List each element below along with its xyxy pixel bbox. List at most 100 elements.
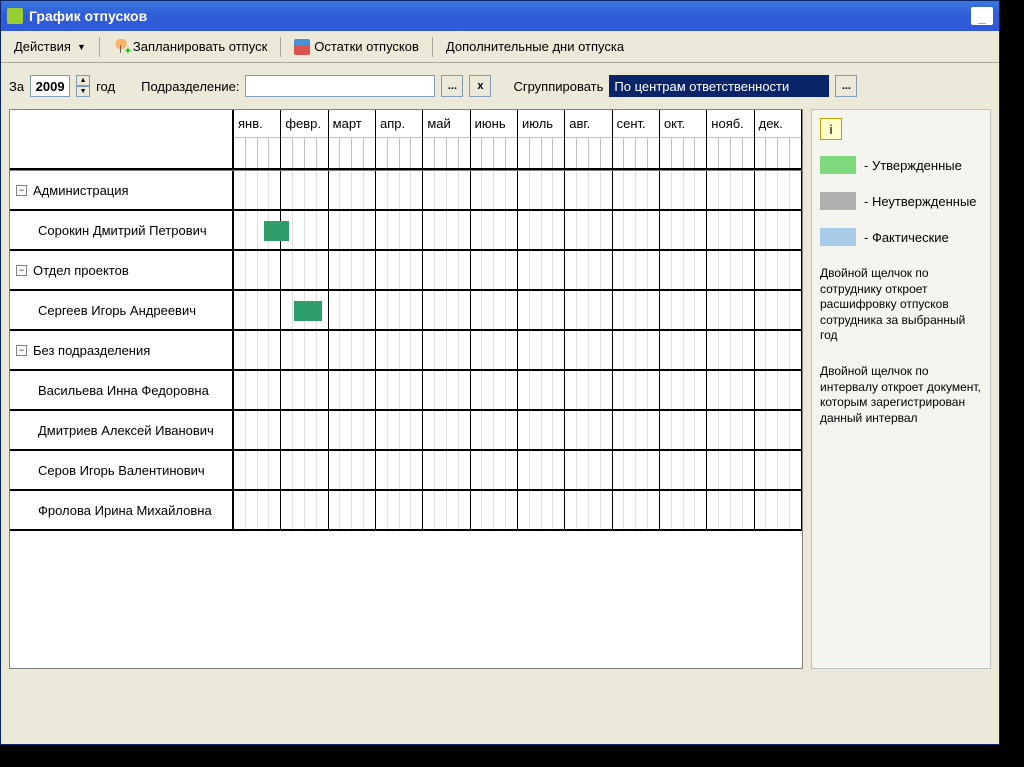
month-label: авг. bbox=[565, 110, 611, 138]
extra-days-button[interactable]: Дополнительные дни отпуска bbox=[437, 35, 633, 58]
row-name-cell[interactable]: Серов Игорь Валентинович bbox=[10, 451, 234, 489]
month-label: июль bbox=[518, 110, 564, 138]
employee-row[interactable]: Серов Игорь Валентинович bbox=[10, 451, 802, 491]
row-name-text: Васильева Инна Федоровна bbox=[38, 383, 209, 398]
window-title: График отпусков bbox=[29, 8, 147, 24]
month-header-cell: июль bbox=[518, 110, 565, 170]
legend-panel: i - Утвержденные - Неутвержденные - Факт… bbox=[811, 109, 991, 669]
group-row[interactable]: −Администрация bbox=[10, 171, 802, 211]
app-window: График отпусков _ Действия ▼ Запланирова… bbox=[0, 0, 1000, 745]
department-input[interactable] bbox=[245, 75, 435, 97]
employee-row[interactable]: Дмитриев Алексей Иванович bbox=[10, 411, 802, 451]
year-down-button[interactable]: ▼ bbox=[76, 86, 90, 97]
collapse-icon[interactable]: − bbox=[16, 345, 27, 356]
vacation-remains-button[interactable]: Остатки отпусков bbox=[285, 35, 428, 59]
row-timeline[interactable] bbox=[234, 171, 802, 209]
vacation-bar[interactable] bbox=[294, 301, 322, 321]
group-row[interactable]: −Без подразделения bbox=[10, 331, 802, 371]
month-label: сент. bbox=[613, 110, 659, 138]
row-name-text: Администрация bbox=[33, 183, 129, 198]
month-label: май bbox=[423, 110, 469, 138]
row-name-cell[interactable]: Фролова Ирина Михайловна bbox=[10, 491, 234, 529]
month-label: окт. bbox=[660, 110, 706, 138]
group-row[interactable]: −Отдел проектов bbox=[10, 251, 802, 291]
actions-menu[interactable]: Действия ▼ bbox=[5, 35, 95, 58]
row-name-text: Сергеев Игорь Андреевич bbox=[38, 303, 196, 318]
legend-actual: - Фактические bbox=[820, 228, 982, 246]
row-name-text: Фролова Ирина Михайловна bbox=[38, 503, 212, 518]
chevron-down-icon: ▼ bbox=[77, 42, 86, 52]
swatch-green bbox=[820, 156, 856, 174]
year-spinner: ▲ ▼ bbox=[76, 75, 90, 97]
row-timeline[interactable] bbox=[234, 211, 802, 249]
row-timeline[interactable] bbox=[234, 491, 802, 529]
legend-approved: - Утвержденные bbox=[820, 156, 982, 174]
row-name-text: Без подразделения bbox=[33, 343, 150, 358]
month-label: дек. bbox=[755, 110, 801, 138]
month-label: февр. bbox=[281, 110, 327, 138]
department-label: Подразделение: bbox=[141, 79, 239, 94]
month-label: нояб. bbox=[707, 110, 753, 138]
row-name-text: Отдел проектов bbox=[33, 263, 129, 278]
row-name-cell[interactable]: Дмитриев Алексей Иванович bbox=[10, 411, 234, 449]
collapse-icon[interactable]: − bbox=[16, 185, 27, 196]
row-name-cell[interactable]: −Отдел проектов bbox=[10, 251, 234, 289]
month-label: янв. bbox=[234, 110, 280, 138]
name-column-header bbox=[10, 110, 234, 170]
vacation-bar[interactable] bbox=[264, 221, 290, 241]
month-header-cell: февр. bbox=[281, 110, 328, 170]
row-timeline[interactable] bbox=[234, 331, 802, 369]
filter-bar: За ▲ ▼ год Подразделение: ... x Сгруппир… bbox=[1, 63, 999, 109]
row-timeline[interactable] bbox=[234, 291, 802, 329]
row-name-cell[interactable]: Сергеев Игорь Андреевич bbox=[10, 291, 234, 329]
info-icon[interactable]: i bbox=[820, 118, 842, 140]
employee-row[interactable]: Сергеев Игорь Андреевич bbox=[10, 291, 802, 331]
year-input[interactable] bbox=[30, 75, 70, 97]
swatch-blue bbox=[820, 228, 856, 246]
department-clear-button[interactable]: x bbox=[469, 75, 491, 97]
month-header-cell: июнь bbox=[471, 110, 518, 170]
employee-row[interactable]: Фролова Ирина Михайловна bbox=[10, 491, 802, 531]
month-label: июнь bbox=[471, 110, 517, 138]
plan-vacation-button[interactable]: Запланировать отпуск bbox=[104, 35, 276, 59]
row-name-text: Дмитриев Алексей Иванович bbox=[38, 423, 214, 438]
month-header-cell: нояб. bbox=[707, 110, 754, 170]
row-timeline[interactable] bbox=[234, 451, 802, 489]
group-picker-button[interactable]: ... bbox=[835, 75, 857, 97]
row-name-cell[interactable]: −Администрация bbox=[10, 171, 234, 209]
group-label: Сгруппировать bbox=[513, 79, 603, 94]
row-name-cell[interactable]: −Без подразделения bbox=[10, 331, 234, 369]
month-header-cell: дек. bbox=[755, 110, 802, 170]
month-header-cell: сент. bbox=[613, 110, 660, 170]
year-up-button[interactable]: ▲ bbox=[76, 75, 90, 86]
row-name-text: Сорокин Дмитрий Петрович bbox=[38, 223, 207, 238]
row-timeline[interactable] bbox=[234, 251, 802, 289]
minimize-button[interactable]: _ bbox=[971, 7, 993, 25]
collapse-icon[interactable]: − bbox=[16, 265, 27, 276]
month-header-cell: янв. bbox=[234, 110, 281, 170]
employee-row[interactable]: Васильева Инна Федоровна bbox=[10, 371, 802, 411]
year-prefix-label: За bbox=[9, 79, 24, 94]
content-area: янв.февр.мартапр.майиюньиюльавг.сент.окт… bbox=[1, 109, 999, 677]
row-timeline[interactable] bbox=[234, 371, 802, 409]
app-icon bbox=[7, 8, 23, 24]
month-header-cell: март bbox=[329, 110, 376, 170]
row-name-text: Серов Игорь Валентинович bbox=[38, 463, 205, 478]
titlebar[interactable]: График отпусков _ bbox=[1, 1, 999, 31]
schedule-grid: янв.февр.мартапр.майиюньиюльавг.сент.окт… bbox=[9, 109, 803, 669]
month-header-cell: окт. bbox=[660, 110, 707, 170]
hint-employee: Двойной щелчок по сотруднику откроет рас… bbox=[820, 266, 982, 344]
grid-header: янв.февр.мартапр.майиюньиюльавг.сент.окт… bbox=[10, 110, 802, 171]
row-name-cell[interactable]: Васильева Инна Федоровна bbox=[10, 371, 234, 409]
employee-row[interactable]: Сорокин Дмитрий Петрович bbox=[10, 211, 802, 251]
month-header-cell: авг. bbox=[565, 110, 612, 170]
grid-body: −АдминистрацияСорокин Дмитрий Петрович−О… bbox=[10, 171, 802, 531]
year-suffix-label: год bbox=[96, 79, 115, 94]
group-select[interactable]: По центрам ответственности bbox=[609, 75, 829, 97]
swatch-gray bbox=[820, 192, 856, 210]
row-name-cell[interactable]: Сорокин Дмитрий Петрович bbox=[10, 211, 234, 249]
row-timeline[interactable] bbox=[234, 411, 802, 449]
toolbar: Действия ▼ Запланировать отпуск Остатки … bbox=[1, 31, 999, 63]
legend-unapproved: - Неутвержденные bbox=[820, 192, 982, 210]
department-picker-button[interactable]: ... bbox=[441, 75, 463, 97]
